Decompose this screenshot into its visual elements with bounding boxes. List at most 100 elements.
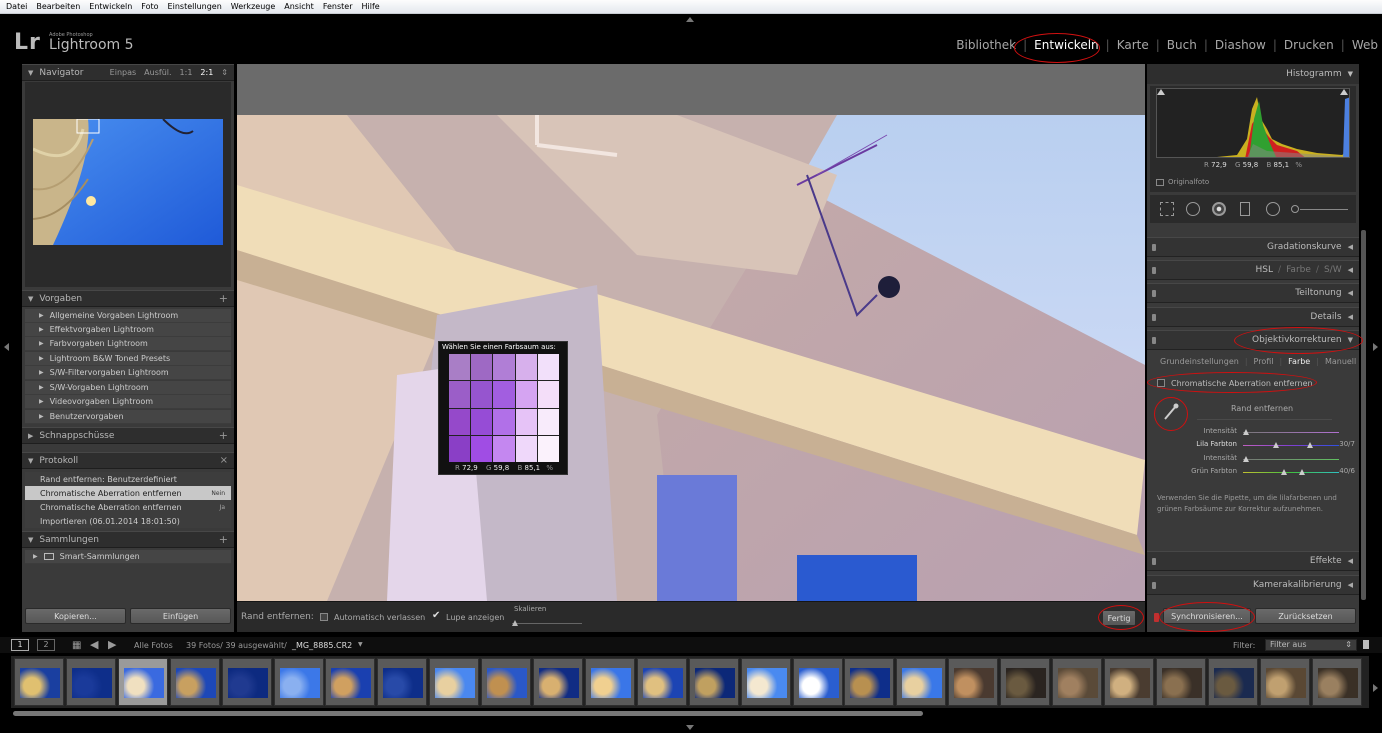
grid-view-icon[interactable]: ▦	[72, 640, 81, 651]
color-swatch[interactable]	[493, 354, 515, 381]
filmstrip-thumbnail[interactable]	[65, 658, 116, 706]
color-swatch[interactable]	[493, 435, 515, 462]
filmstrip-thumbnail[interactable]	[1052, 658, 1102, 706]
camera-calibration-header[interactable]: Kamerakalibrierung ◀	[1147, 575, 1359, 595]
crop-tool-icon[interactable]	[1160, 202, 1174, 216]
filmstrip-scroll-right-icon[interactable]	[1373, 684, 1378, 692]
color-swatch[interactable]	[471, 381, 493, 408]
highlight-clipping-icon[interactable]	[1340, 89, 1348, 95]
color-swatch[interactable]	[471, 354, 493, 381]
photo-loupe[interactable]	[237, 115, 1145, 601]
panel-switch-icon[interactable]	[1152, 290, 1156, 297]
reset-button[interactable]: Zurücksetzen	[1255, 608, 1356, 624]
add-collection-icon[interactable]: +	[219, 533, 228, 546]
zoom-dropdown-icon[interactable]: ⇕	[221, 68, 228, 77]
filmstrip-thumbnail[interactable]	[14, 658, 64, 706]
menu-hilfe[interactable]: Hilfe	[361, 2, 379, 11]
menu-ansicht[interactable]: Ansicht	[284, 2, 314, 11]
menu-datei[interactable]: Datei	[6, 2, 27, 11]
slider-thumb[interactable]	[1243, 429, 1249, 435]
color-swatch[interactable]	[449, 435, 471, 462]
panel-switch-icon[interactable]	[1152, 337, 1156, 344]
radial-filter-icon[interactable]	[1266, 202, 1280, 216]
color-swatch[interactable]	[449, 408, 471, 435]
remove-ca-checkbox[interactable]	[1157, 379, 1165, 387]
module-web[interactable]: Web	[1345, 38, 1382, 52]
tab-profil[interactable]: Profil	[1248, 357, 1280, 366]
panel-switch-icon[interactable]	[1152, 267, 1156, 274]
hsl-header[interactable]: HSL / Farbe / S/W ◀	[1147, 260, 1359, 280]
filename-dropdown-icon[interactable]: ▼	[358, 641, 363, 648]
slider-thumb-left[interactable]	[1273, 442, 1279, 448]
color-swatch[interactable]	[471, 435, 493, 462]
histogram-header[interactable]: Histogramm ▼	[1147, 64, 1359, 84]
navigator-header[interactable]: ▼ Navigator Einpas Ausfül. 1:1 2:1 ⇕	[22, 64, 234, 81]
history-item[interactable]: Importieren (06.01.2014 18:01:50)	[25, 514, 231, 528]
back-arrow-icon[interactable]: ◀	[90, 638, 98, 651]
filmstrip-thumbnail[interactable]	[377, 658, 428, 706]
purple-amount-slider[interactable]: Intensität	[1155, 426, 1355, 438]
window-2-button[interactable]: 2	[37, 639, 55, 651]
filmstrip-thumbnail[interactable]	[533, 658, 583, 706]
filmstrip-thumbnail[interactable]	[273, 658, 324, 706]
menu-werkzeuge[interactable]: Werkzeuge	[231, 2, 275, 11]
panel-switch-icon[interactable]	[1152, 582, 1156, 589]
color-swatch[interactable]	[537, 354, 559, 381]
module-bibliothek[interactable]: Bibliothek	[949, 38, 1023, 52]
brush-slider[interactable]	[1300, 209, 1348, 210]
history-item[interactable]: Chromatische Aberration entfernen Ja	[25, 500, 231, 514]
filmstrip[interactable]	[11, 656, 1369, 716]
color-swatch[interactable]	[537, 435, 559, 462]
filmstrip-thumbnail[interactable]	[169, 658, 220, 706]
filmstrip-thumbnail[interactable]	[792, 658, 843, 706]
filmstrip-scrollbar[interactable]	[13, 711, 923, 716]
top-panel-toggle-icon[interactable]	[686, 17, 694, 22]
module-buch[interactable]: Buch	[1160, 38, 1204, 52]
filter-lock-icon[interactable]	[1363, 640, 1369, 649]
collections-header[interactable]: ▼ Sammlungen +	[22, 531, 234, 548]
color-swatch[interactable]	[515, 354, 537, 381]
zoom-1-1[interactable]: 1:1	[180, 68, 193, 77]
filmstrip-thumbnail[interactable]	[844, 658, 895, 706]
color-swatch[interactable]	[515, 435, 537, 462]
filmstrip-thumbnail[interactable]	[740, 658, 791, 706]
image-view[interactable]	[237, 64, 1145, 601]
presets-header[interactable]: ▼ Vorgaben +	[22, 290, 234, 307]
sync-switch-icon[interactable]	[1154, 613, 1159, 622]
filmstrip-thumbnail[interactable]	[1000, 658, 1051, 706]
filmstrip-thumbnail[interactable]	[429, 658, 480, 706]
color-swatch[interactable]	[537, 381, 559, 408]
history-item-selected[interactable]: Chromatische Aberration entfernen Nein	[25, 486, 231, 500]
effects-header[interactable]: Effekte ◀	[1147, 551, 1359, 571]
filmstrip-thumbnail[interactable]	[948, 658, 999, 706]
filmstrip-thumbnail[interactable]	[325, 658, 376, 706]
fringe-color-picker[interactable]: Wählen Sie einen Farbsaum aus: R 72,9 G …	[438, 341, 568, 475]
snapshots-header[interactable]: ▶ Schnappschüsse +	[22, 427, 234, 444]
details-header[interactable]: Details ◀	[1147, 307, 1359, 327]
shadow-clipping-icon[interactable]	[1157, 89, 1165, 95]
green-amount-slider[interactable]: Intensität	[1155, 453, 1355, 465]
slider-thumb-right[interactable]	[1299, 469, 1305, 475]
original-photo-checkbox[interactable]	[1156, 179, 1164, 186]
menu-einstellungen[interactable]: Einstellungen	[168, 2, 222, 11]
color-swatch[interactable]	[449, 354, 471, 381]
filmstrip-thumbnail[interactable]	[1103, 658, 1154, 706]
preset-folder[interactable]: ▶ Farbvorgaben Lightroom	[25, 337, 231, 351]
right-panel-scrollbar[interactable]	[1361, 230, 1366, 600]
split-toning-header[interactable]: Teiltonung ◀	[1147, 283, 1359, 303]
preset-folder[interactable]: ▶ S/W-Vorgaben Lightroom	[25, 381, 231, 395]
slider-thumb[interactable]	[1243, 456, 1249, 462]
preset-folder[interactable]: ▶ Lightroom B&W Toned Presets	[25, 352, 231, 366]
filmstrip-thumbnail[interactable]	[1311, 658, 1362, 706]
green-hue-slider[interactable]: Grün Farbton 40/6	[1155, 466, 1355, 478]
preset-folder[interactable]: ▶ Allgemeine Vorgaben Lightroom	[25, 309, 231, 323]
tab-grundeinstellungen[interactable]: Grundeinstellungen	[1147, 357, 1245, 366]
filmstrip-thumbnail[interactable]	[221, 658, 272, 706]
filmstrip-thumbnail[interactable]	[584, 658, 635, 706]
filmstrip-thumbnail[interactable]	[896, 658, 947, 706]
zoom-fit[interactable]: Einpas	[110, 68, 137, 77]
preset-folder[interactable]: ▶ Benutzervorgaben	[25, 410, 231, 424]
filmstrip-thumbnail[interactable]	[636, 658, 687, 706]
purple-hue-slider[interactable]: Lila Farbton 30/7	[1155, 439, 1355, 451]
window-1-button[interactable]: 1	[11, 639, 29, 651]
